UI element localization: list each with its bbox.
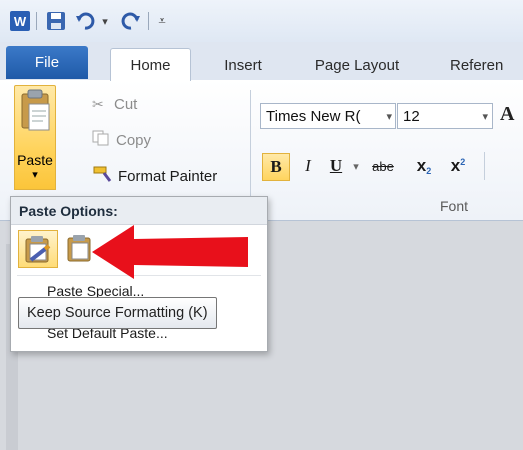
cut-label: Cut bbox=[114, 95, 138, 113]
tab-references[interactable]: Referen bbox=[450, 50, 523, 80]
keep-source-formatting-icon bbox=[25, 236, 51, 263]
font-size-combo[interactable]: 12 ▾ bbox=[397, 103, 493, 129]
scissors-icon: ✂ bbox=[92, 95, 104, 112]
subscript-x: x bbox=[416, 156, 427, 175]
paste-label: Paste bbox=[17, 152, 53, 168]
paste-options-header: Paste Options: bbox=[11, 197, 267, 225]
chevron-down-icon[interactable]: ▾ bbox=[386, 110, 392, 123]
ribbon-tab-strip: File Home Insert Page Layout Referen bbox=[0, 42, 523, 81]
underline-button[interactable]: U bbox=[324, 153, 348, 179]
bold-button[interactable]: B bbox=[262, 153, 290, 181]
qat-divider bbox=[36, 12, 37, 30]
cut-button[interactable]: ✂ Cut bbox=[92, 93, 137, 115]
copy-label: Copy bbox=[116, 131, 152, 149]
group-label-font: Font bbox=[440, 198, 469, 214]
strikethrough-button[interactable]: abe bbox=[366, 153, 400, 179]
grow-font-button[interactable]: A bbox=[500, 103, 514, 126]
red-arrow-annotation bbox=[92, 225, 248, 279]
format-painter-label: Format Painter bbox=[118, 167, 218, 185]
customize-qat-icon[interactable]: ⩡ bbox=[154, 9, 170, 33]
undo-icon[interactable] bbox=[74, 9, 98, 33]
tab-home[interactable]: Home bbox=[110, 48, 191, 81]
italic-button[interactable]: I bbox=[296, 153, 320, 179]
format-painter-button[interactable]: Format Painter bbox=[92, 165, 217, 187]
copy-button[interactable]: Copy bbox=[92, 129, 151, 151]
qat-divider bbox=[148, 12, 149, 30]
keep-source-formatting-tooltip: Keep Source Formatting (K) bbox=[18, 297, 217, 329]
save-icon[interactable] bbox=[44, 9, 68, 33]
tab-insert[interactable]: Insert bbox=[214, 50, 272, 80]
font-name-combo[interactable]: Times New R( ▾ bbox=[260, 103, 396, 129]
paste-button[interactable]: Paste ▾ bbox=[14, 147, 56, 190]
paste-icon-button[interactable] bbox=[14, 85, 56, 149]
svg-text:W: W bbox=[14, 14, 27, 29]
font-name-value: Times New R( bbox=[266, 107, 361, 125]
chevron-down-icon[interactable]: ▾ bbox=[350, 153, 362, 179]
chevron-down-icon: ▾ bbox=[32, 169, 38, 181]
copy-icon bbox=[92, 130, 116, 150]
font-size-value: 12 bbox=[403, 107, 420, 125]
subscript-button[interactable]: x2 bbox=[410, 153, 438, 179]
redo-icon[interactable] bbox=[118, 9, 142, 33]
paintbrush-icon bbox=[92, 165, 118, 187]
group-divider bbox=[484, 152, 485, 180]
quick-access-toolbar: W ▾ ⩡ bbox=[0, 0, 523, 43]
chevron-down-icon[interactable]: ▾ bbox=[482, 110, 488, 123]
tab-page-layout[interactable]: Page Layout bbox=[302, 50, 412, 80]
superscript-button[interactable]: x2 bbox=[444, 153, 472, 179]
chevron-down-icon[interactable]: ▾ bbox=[98, 9, 112, 33]
superscript-x: x bbox=[450, 156, 461, 175]
tab-file[interactable]: File bbox=[6, 46, 88, 79]
word-icon[interactable]: W bbox=[8, 9, 32, 33]
keep-source-formatting-option[interactable] bbox=[18, 230, 58, 268]
clipboard-icon bbox=[21, 89, 50, 131]
